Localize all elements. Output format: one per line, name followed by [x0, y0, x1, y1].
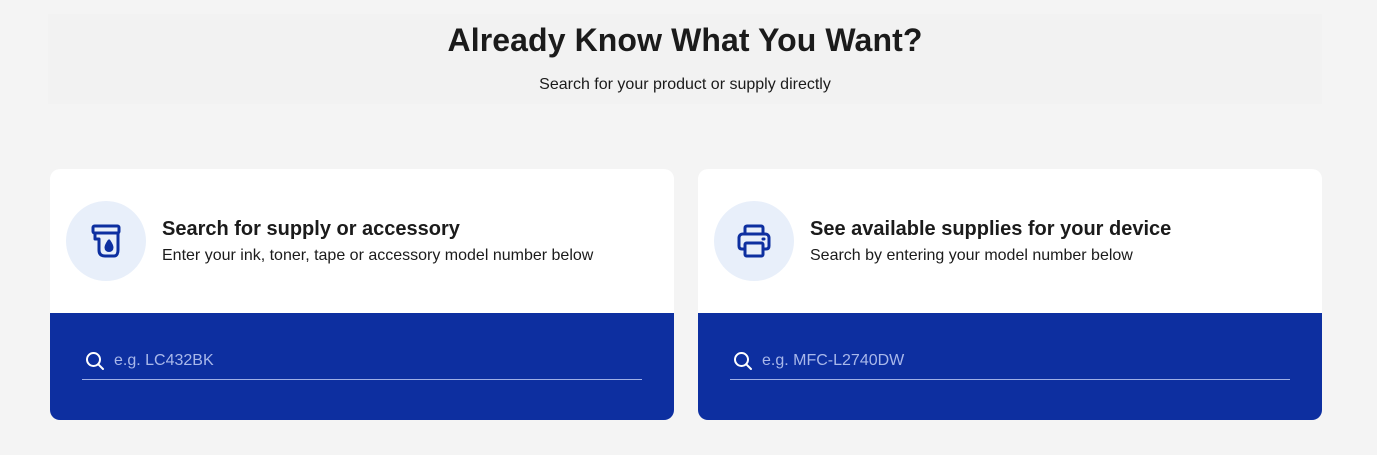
supply-search-card: Search for supply or accessory Enter you…	[50, 169, 674, 420]
search-icon[interactable]	[732, 350, 754, 372]
device-search-card: See available supplies for your device S…	[698, 169, 1322, 420]
hero-banner: Already Know What You Want? Search for y…	[48, 14, 1322, 104]
supply-search-input[interactable]	[114, 346, 642, 376]
supply-search-title: Search for supply or accessory	[162, 218, 460, 240]
page-subtitle: Search for your product or supply direct…	[539, 76, 831, 93]
device-search-title: See available supplies for your device	[810, 218, 1172, 240]
supply-search-subtitle: Enter your ink, toner, tape or accessory…	[162, 247, 594, 264]
printer-icon	[714, 201, 794, 281]
search-icon[interactable]	[84, 350, 106, 372]
supply-search-field[interactable]	[82, 343, 642, 380]
supply-search-card-header: Search for supply or accessory Enter you…	[50, 169, 674, 313]
device-search-field[interactable]	[730, 343, 1290, 380]
device-search-card-header: See available supplies for your device S…	[698, 169, 1322, 313]
device-search-panel	[698, 313, 1322, 420]
device-search-input[interactable]	[762, 346, 1290, 376]
supply-search-panel	[50, 313, 674, 420]
ink-cartridge-icon	[66, 201, 146, 281]
device-search-subtitle: Search by entering your model number bel…	[810, 247, 1133, 264]
page-title: Already Know What You Want?	[447, 22, 923, 58]
